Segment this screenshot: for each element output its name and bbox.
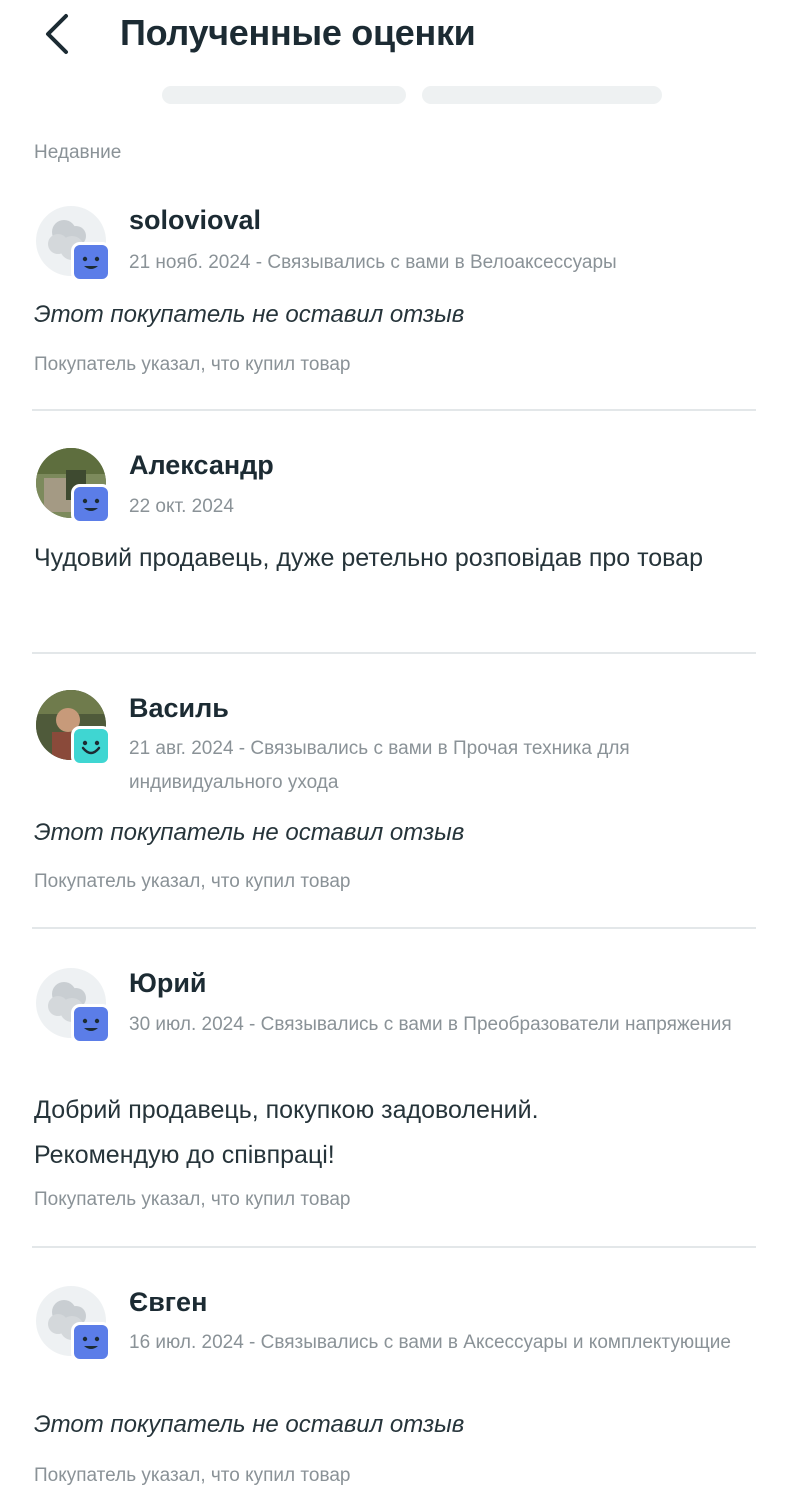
tab-placeholder-right[interactable] xyxy=(422,86,662,104)
reviewer-name[interactable]: Александр xyxy=(129,450,274,481)
review-comment: Этот покупатель не оставил отзыв xyxy=(34,1411,465,1438)
reviewer-name[interactable]: Євген xyxy=(129,1287,207,1318)
review-meta: 16 июл. 2024 - Связывались с вами в Аксе… xyxy=(129,1332,731,1353)
divider xyxy=(32,927,756,929)
review-meta: 21 нояб. 2024 - Связывались с вами в Вел… xyxy=(129,252,617,273)
reviewer-name[interactable]: Юрий xyxy=(129,968,207,999)
purchase-note: Покупатель указал, что купил товар xyxy=(34,1465,351,1486)
reviewer-name[interactable]: Василь xyxy=(129,693,229,724)
review-comment: Этот покупатель не оставил отзыв xyxy=(34,819,465,846)
page-title: Полученные оценки xyxy=(120,12,476,53)
avatar xyxy=(36,206,114,284)
back-button[interactable] xyxy=(38,10,78,58)
avatar xyxy=(36,448,114,526)
divider xyxy=(32,1246,756,1248)
top-bar: Полученные оценки xyxy=(0,0,788,70)
avatar xyxy=(36,690,114,768)
smiley-badge-icon xyxy=(71,242,111,282)
review-comment: Добрий продавець, покупкою задоволений. … xyxy=(34,1096,539,1169)
review-meta: 22 окт. 2024 xyxy=(129,496,234,517)
purchase-note: Покупатель указал, что купил товар xyxy=(34,871,351,892)
divider xyxy=(32,652,756,654)
review-meta: 21 авг. 2024 - Связывались с вами в Проч… xyxy=(129,738,630,793)
divider xyxy=(32,409,756,411)
smiley-badge-icon xyxy=(71,1004,111,1044)
avatar xyxy=(36,1286,114,1364)
tab-placeholder-left[interactable] xyxy=(162,86,406,104)
smiley-badge-icon xyxy=(71,726,111,766)
smiley-badge-icon xyxy=(71,484,111,524)
section-label: Недавние xyxy=(34,142,122,163)
avatar xyxy=(36,968,114,1046)
chevron-left-icon xyxy=(46,14,68,54)
reviewer-name[interactable]: solovioval xyxy=(129,205,261,236)
purchase-note: Покупатель указал, что купил товар xyxy=(34,354,351,375)
smiley-badge-icon xyxy=(71,1322,111,1362)
review-comment: Этот покупатель не оставил отзыв xyxy=(34,301,465,328)
review-comment: Чудовий продавець, дуже ретельно розпові… xyxy=(34,544,703,572)
purchase-note: Покупатель указал, что купил товар xyxy=(34,1189,351,1210)
review-meta: 30 июл. 2024 - Связывались с вами в Прео… xyxy=(129,1014,732,1035)
